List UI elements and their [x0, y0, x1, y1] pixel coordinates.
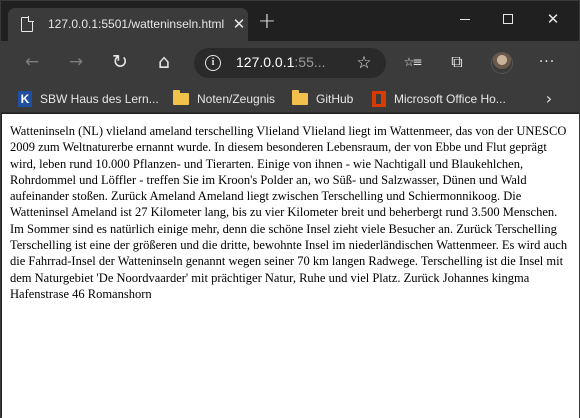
page-content: Watteninseln (NL) vlieland ameland tersc… [2, 114, 579, 418]
minimize-button[interactable] [447, 5, 483, 33]
bookmark-label: SBW Haus des Lern... [40, 92, 159, 106]
maximize-icon [503, 14, 513, 24]
favorites-icon[interactable]: ☆≡ [401, 51, 423, 73]
folder-icon [292, 90, 308, 105]
profile-avatar[interactable] [491, 52, 513, 74]
close-window-button[interactable]: ✕ [535, 5, 571, 33]
bookmark-github[interactable]: GitHub [292, 89, 353, 109]
tab-title: 127.0.0.1:5501/watteninseln.html [48, 17, 225, 31]
bookmark-label: Noten/Zeugnis [197, 92, 276, 106]
url-field[interactable]: 127.0.0.1:55... [236, 54, 348, 72]
bookmark-noten-zeugnis[interactable]: Noten/Zeugnis [173, 89, 275, 109]
folder-icon [173, 90, 189, 105]
office-icon [372, 91, 386, 107]
site-info-icon[interactable]: i [205, 55, 221, 71]
url-rest: :55... [294, 54, 326, 70]
bookmark-label: Microsoft Office Ho... [394, 92, 506, 106]
title-bar: 127.0.0.1:5501/watteninseln.html ✕ + ✕ [1, 1, 579, 41]
bookmark-label: GitHub [316, 92, 354, 106]
address-bar[interactable]: i 127.0.0.1:55... ☆ [194, 48, 386, 78]
add-favorite-icon[interactable]: ☆ [354, 53, 374, 73]
bookmark-microsoft-office[interactable]: Microsoft Office Ho... [372, 89, 506, 109]
active-tab[interactable]: 127.0.0.1:5501/watteninseln.html ✕ [8, 8, 248, 41]
bookmark-sbw[interactable]: K SBW Haus des Lern... [18, 89, 159, 109]
url-host: 127.0.0.1 [236, 54, 295, 70]
collections-icon[interactable]: ⧉ [446, 51, 468, 73]
page-icon [21, 16, 34, 32]
minimize-icon [460, 19, 470, 20]
tab-close-icon[interactable]: ✕ [231, 16, 247, 32]
maximize-button[interactable] [490, 5, 526, 33]
toolbar: ← → ↻ ⌂ i 127.0.0.1:55... ☆ ☆≡ ⧉ ··· [1, 41, 579, 85]
k-icon: K [18, 91, 32, 107]
bookmarks-bar: K SBW Haus des Lern... Noten/Zeugnis Git… [1, 85, 579, 113]
new-tab-button[interactable]: + [257, 11, 277, 33]
chevron-right-icon[interactable]: › [539, 89, 559, 109]
page-text: Watteninseln (NL) vlieland ameland tersc… [10, 124, 568, 301]
settings-menu-icon[interactable]: ··· [536, 51, 558, 73]
reload-icon[interactable]: ↻ [109, 51, 131, 73]
forward-icon[interactable]: → [65, 51, 87, 73]
home-icon[interactable]: ⌂ [153, 51, 175, 73]
back-icon[interactable]: ← [21, 51, 43, 73]
browser-window: 127.0.0.1:5501/watteninseln.html ✕ + ✕ ←… [0, 0, 580, 418]
